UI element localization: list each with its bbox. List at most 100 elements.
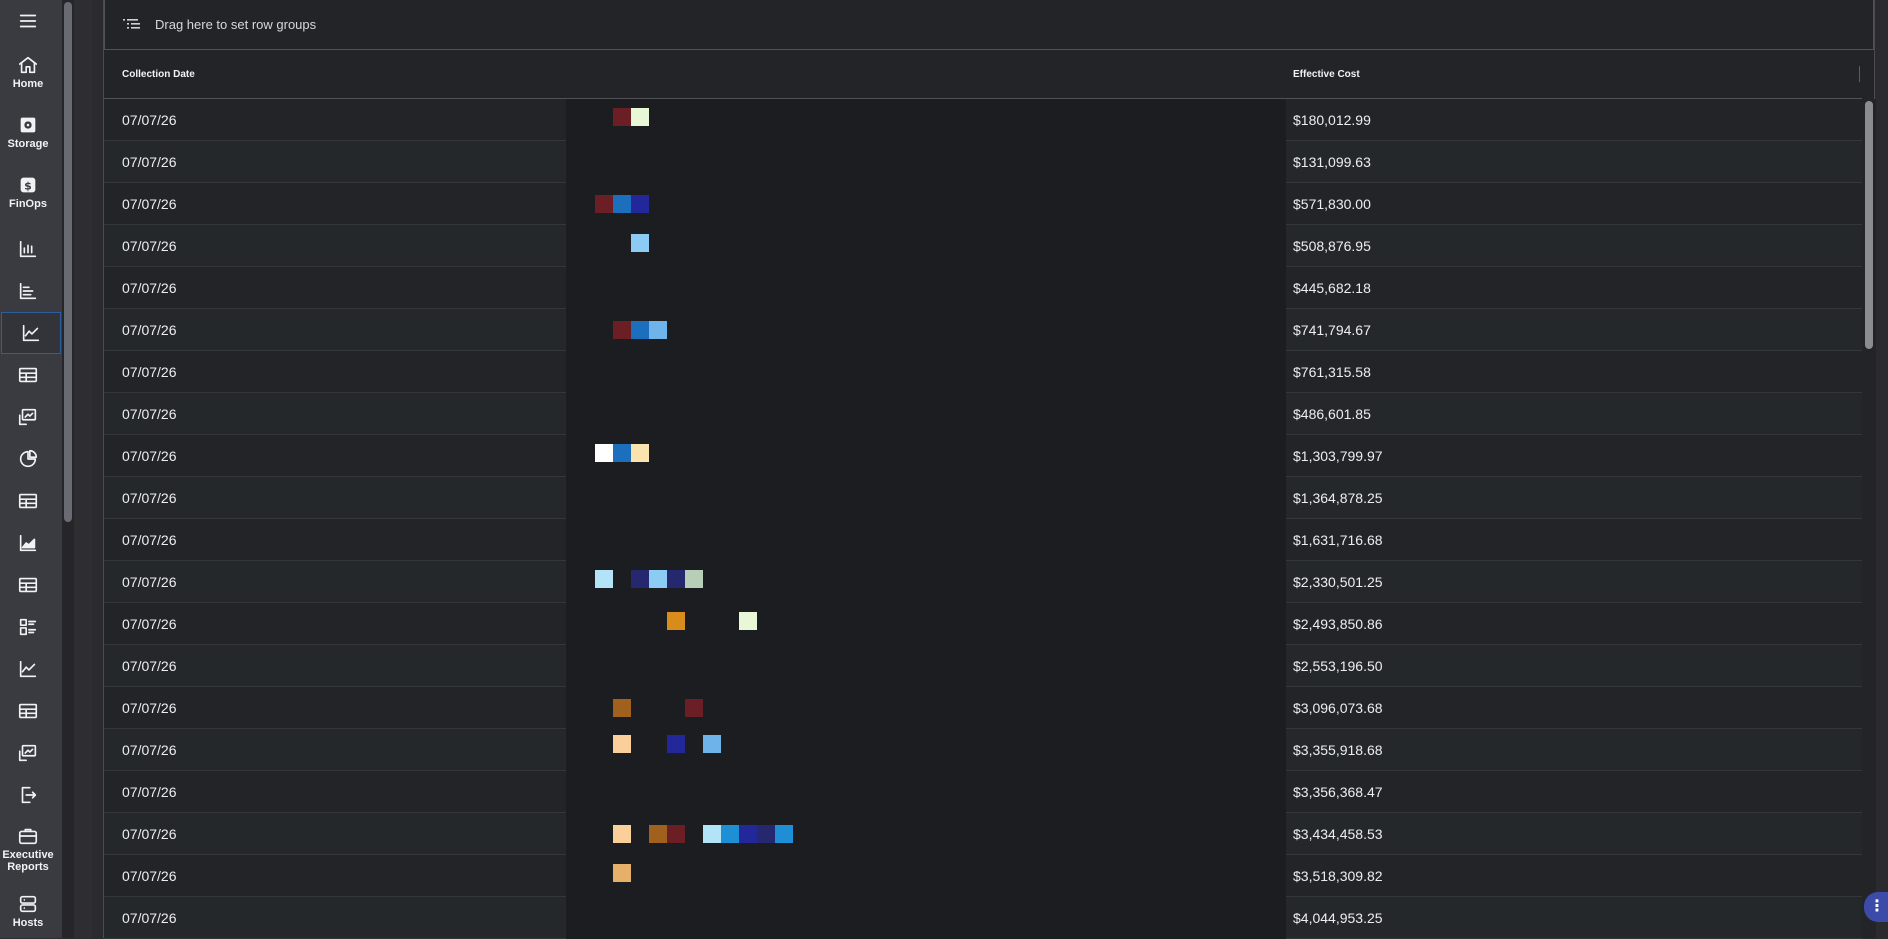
- cell-collection-date[interactable]: 07/07/26: [122, 645, 177, 687]
- cell-effective-cost[interactable]: $3,434,458.53: [1293, 813, 1383, 855]
- nav-item-table[interactable]: [0, 354, 56, 396]
- cell-collection-date[interactable]: 07/07/26: [122, 393, 177, 435]
- nav-item-table-4[interactable]: [0, 690, 56, 732]
- cell-effective-cost[interactable]: $741,794.67: [1293, 309, 1371, 351]
- nav-item-storage[interactable]: Storage: [0, 102, 56, 162]
- cell-collection-date[interactable]: 07/07/26: [122, 561, 177, 603]
- cell-collection-date[interactable]: 07/07/26: [122, 897, 177, 939]
- cell-collection-date[interactable]: 07/07/26: [122, 477, 177, 519]
- cell-effective-cost[interactable]: $2,493,850.86: [1293, 603, 1383, 645]
- cell-effective-cost[interactable]: $508,876.95: [1293, 225, 1371, 267]
- color-block: [667, 825, 685, 843]
- nav-item-menu[interactable]: [0, 0, 56, 42]
- cell-collection-date[interactable]: 07/07/26: [122, 519, 177, 561]
- nav-item-table-3[interactable]: [0, 564, 56, 606]
- nav-item-monitor-chart[interactable]: [0, 396, 56, 438]
- row-color-band: [566, 99, 1286, 141]
- more-options-button[interactable]: ⋮: [1864, 892, 1888, 922]
- nav-item-table-2[interactable]: [0, 480, 56, 522]
- table-row[interactable]: 07/07/26 $131,099.63: [104, 141, 1862, 183]
- cell-effective-cost[interactable]: $445,682.18: [1293, 267, 1371, 309]
- table-row[interactable]: 07/07/26 $1,364,878.25: [104, 477, 1862, 519]
- table-row[interactable]: 07/07/26 $3,096,073.68: [104, 687, 1862, 729]
- cell-effective-cost[interactable]: $4,044,953.25: [1293, 897, 1383, 939]
- nav-item-bar-chart-2[interactable]: [0, 270, 56, 312]
- area-chart-icon: [19, 534, 37, 552]
- cell-collection-date[interactable]: 07/07/26: [122, 687, 177, 729]
- cell-collection-date[interactable]: 07/07/26: [122, 771, 177, 813]
- table-row[interactable]: 07/07/26 $2,553,196.50: [104, 645, 1862, 687]
- column-resize-handle[interactable]: [1859, 66, 1860, 82]
- cell-collection-date[interactable]: 07/07/26: [122, 141, 177, 183]
- table-row[interactable]: 07/07/26 $1,303,799.97: [104, 435, 1862, 477]
- table-row[interactable]: 07/07/26 $571,830.00: [104, 183, 1862, 225]
- nav-item-line-chart[interactable]: [1, 312, 61, 354]
- cell-collection-date[interactable]: 07/07/26: [122, 99, 177, 141]
- table-row[interactable]: 07/07/26 $4,044,953.25: [104, 897, 1862, 939]
- table-row[interactable]: 07/07/26 $3,518,309.82: [104, 855, 1862, 897]
- grid-scrollbar-thumb[interactable]: [1865, 101, 1873, 349]
- table-row[interactable]: 07/07/26 $2,330,501.25: [104, 561, 1862, 603]
- color-block: [649, 321, 667, 339]
- cell-effective-cost[interactable]: $2,330,501.25: [1293, 561, 1383, 603]
- table-row[interactable]: 07/07/26 $180,012.99: [104, 99, 1862, 141]
- cell-effective-cost[interactable]: $2,553,196.50: [1293, 645, 1383, 687]
- table-row[interactable]: 07/07/26 $3,356,368.47: [104, 771, 1862, 813]
- cell-collection-date[interactable]: 07/07/26: [122, 603, 177, 645]
- table-row[interactable]: 07/07/26 $3,355,918.68: [104, 729, 1862, 771]
- cell-effective-cost[interactable]: $180,012.99: [1293, 99, 1371, 141]
- table-row[interactable]: 07/07/26 $3,434,458.53: [104, 813, 1862, 855]
- cell-effective-cost[interactable]: $1,364,878.25: [1293, 477, 1383, 519]
- nav-item-dashboard[interactable]: [0, 606, 56, 648]
- cell-effective-cost[interactable]: $1,303,799.97: [1293, 435, 1383, 477]
- nav-item-bar-chart[interactable]: [0, 228, 56, 270]
- table-row[interactable]: 07/07/26 $445,682.18: [104, 267, 1862, 309]
- color-block: [757, 825, 775, 843]
- cell-collection-date[interactable]: 07/07/26: [122, 267, 177, 309]
- table-row[interactable]: 07/07/26 $1,631,716.68: [104, 519, 1862, 561]
- row-group-drop-zone[interactable]: Drag here to set row groups: [104, 0, 1874, 50]
- hamburger-icon: [19, 14, 37, 28]
- cell-effective-cost[interactable]: $3,355,918.68: [1293, 729, 1383, 771]
- table-row[interactable]: 07/07/26 $761,315.58: [104, 351, 1862, 393]
- cell-collection-date[interactable]: 07/07/26: [122, 435, 177, 477]
- cell-collection-date[interactable]: 07/07/26: [122, 309, 177, 351]
- table-row[interactable]: 07/07/26 $2,493,850.86: [104, 603, 1862, 645]
- dashboard-icon: [19, 618, 37, 636]
- nav-item-label: Hosts: [12, 917, 44, 929]
- nav-item-line-chart-2[interactable]: [0, 648, 56, 690]
- table-row[interactable]: 07/07/26 $486,601.85: [104, 393, 1862, 435]
- nav-item-monitor-chart-2[interactable]: [0, 732, 56, 774]
- nav-item-pie-chart[interactable]: [0, 438, 56, 480]
- cell-collection-date[interactable]: 07/07/26: [122, 813, 177, 855]
- cell-effective-cost[interactable]: $761,315.58: [1293, 351, 1371, 393]
- cell-collection-date[interactable]: 07/07/26: [122, 225, 177, 267]
- cell-effective-cost[interactable]: $3,518,309.82: [1293, 855, 1383, 897]
- nav-scrollbar[interactable]: [62, 0, 74, 938]
- table-row[interactable]: 07/07/26 $741,794.67: [104, 309, 1862, 351]
- cell-effective-cost[interactable]: $3,096,073.68: [1293, 687, 1383, 729]
- cell-effective-cost[interactable]: $486,601.85: [1293, 393, 1371, 435]
- nav-item-executive-reports[interactable]: Executive Reports: [0, 816, 56, 882]
- grid-body: 07/07/26 $180,012.99 07/07/26 $131,099.63 07…: [104, 99, 1862, 939]
- cell-collection-date[interactable]: 07/07/26: [122, 351, 177, 393]
- cell-effective-cost[interactable]: $1,631,716.68: [1293, 519, 1383, 561]
- cell-effective-cost[interactable]: $131,099.63: [1293, 141, 1371, 183]
- nav-item-home[interactable]: Home: [0, 42, 56, 102]
- column-header-effective-cost[interactable]: Effective Cost: [1293, 69, 1360, 80]
- table-row[interactable]: 07/07/26 $508,876.95: [104, 225, 1862, 267]
- nav-scrollbar-thumb[interactable]: [64, 2, 72, 522]
- cell-effective-cost[interactable]: $571,830.00: [1293, 183, 1371, 225]
- monitor-chart-icon: [18, 744, 37, 762]
- cell-effective-cost[interactable]: $3,356,368.47: [1293, 771, 1383, 813]
- cell-collection-date[interactable]: 07/07/26: [122, 729, 177, 771]
- nav-item-hosts[interactable]: Hosts: [0, 884, 56, 938]
- column-header-collection-date[interactable]: Collection Date: [122, 69, 195, 80]
- color-block: [649, 570, 667, 588]
- grid-scrollbar[interactable]: [1862, 99, 1876, 938]
- nav-item-export[interactable]: [0, 774, 56, 816]
- nav-item-area-chart[interactable]: [0, 522, 56, 564]
- cell-collection-date[interactable]: 07/07/26: [122, 855, 177, 897]
- nav-item-finops[interactable]: $ FinOps: [0, 162, 56, 222]
- cell-collection-date[interactable]: 07/07/26: [122, 183, 177, 225]
